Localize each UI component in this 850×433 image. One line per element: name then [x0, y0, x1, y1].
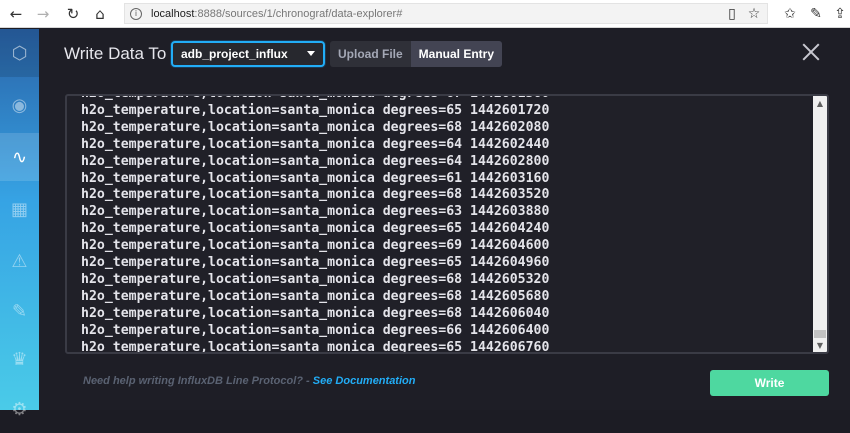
help-text: Need help writing InfluxDB Line Protocol…	[83, 375, 416, 387]
database-dropdown[interactable]: adb_project_influx	[171, 41, 325, 67]
scroll-up-icon[interactable]: ▲	[813, 96, 827, 110]
write-data-overlay: Write Data To adb_project_influx Upload …	[39, 29, 850, 410]
mode-toggle: Upload File Manual Entry	[330, 41, 503, 67]
url-text: localhost:8888/sources/1/chronograf/data…	[151, 7, 403, 20]
line-protocol-row: h2o_temperature,location=santa_monica de…	[81, 102, 550, 118]
eye-icon[interactable]: ◉	[0, 81, 39, 129]
line-protocol-row: h2o_temperature,location=santa_monica de…	[81, 153, 550, 169]
editor-content[interactable]: h2o_temperature,location=santa_monica de…	[81, 96, 811, 354]
line-protocol-row: h2o_temperature,location=santa_monica de…	[81, 238, 550, 254]
info-icon[interactable]: i	[130, 7, 142, 20]
line-protocol-row: h2o_temperature,location=santa_monica de…	[81, 322, 550, 338]
left-nav: ⬡ ◉ ∿ ▦ ⚠ ✎ ♛ ⚙	[0, 29, 39, 420]
editor-scrollbar[interactable]: ▲ ▼	[813, 96, 827, 352]
reading-view-icon[interactable]: ▯	[722, 4, 742, 24]
refresh-icon[interactable]: ↻	[63, 4, 83, 24]
chronograf-logo-icon[interactable]: ⬡	[0, 29, 39, 77]
favorites-hub-icon[interactable]: ✩	[780, 4, 800, 24]
address-bar[interactable]: i localhost:8888/sources/1/chronograf/da…	[124, 3, 768, 24]
line-protocol-row: h2o_temperature,location=santa_monica de…	[81, 271, 550, 287]
dashboard-grid-icon[interactable]: ▦	[0, 185, 39, 233]
line-protocol-row: h2o_temperature,location=santa_monica de…	[81, 119, 550, 135]
close-icon[interactable]	[800, 41, 822, 63]
caret-down-icon	[307, 51, 315, 56]
browser-toolbar: ← → ↻ ⌂ i localhost:8888/sources/1/chron…	[0, 0, 850, 28]
manual-entry-tab[interactable]: Manual Entry	[410, 41, 503, 67]
back-arrow-icon[interactable]: ←	[6, 4, 26, 24]
line-protocol-row: h2o_temperature,location=santa_monica de…	[81, 339, 550, 354]
line-protocol-row: h2o_temperature,location=santa_monica de…	[81, 187, 550, 203]
scroll-down-icon[interactable]: ▼	[813, 338, 827, 352]
line-protocol-row: h2o_temperature,location=santa_monica de…	[81, 288, 550, 304]
pen-icon[interactable]: ✎	[806, 4, 826, 24]
write-button[interactable]: Write	[710, 370, 829, 396]
line-protocol-row: h2o_temperature,location=santa_monica de…	[81, 305, 550, 321]
share-icon[interactable]: ⇪	[830, 4, 850, 24]
see-documentation-link[interactable]: See Documentation	[313, 375, 416, 387]
overlay-title: Write Data To	[64, 44, 167, 63]
line-protocol-row: h2o_temperature,location=santa_monica de…	[81, 221, 550, 237]
line-protocol-row: h2o_temperature,location=santa_monica de…	[81, 204, 550, 220]
home-icon[interactable]: ⌂	[90, 4, 110, 24]
database-dropdown-value: adb_project_influx	[181, 47, 288, 61]
upload-file-tab[interactable]: Upload File	[330, 41, 411, 67]
line-protocol-row: h2o_temperature,location=santa_monica de…	[81, 170, 550, 186]
scrollbar-thumb[interactable]	[814, 330, 826, 338]
line-protocol-row: h2o_temperature,location=santa_monica de…	[81, 255, 550, 271]
line-protocol-row: h2o_temperature,location=santa_monica de…	[81, 136, 550, 152]
wrench-icon[interactable]: ✎	[0, 287, 39, 335]
graph-icon[interactable]: ∿	[0, 133, 39, 181]
crown-icon[interactable]: ♛	[0, 335, 39, 383]
line-protocol-editor[interactable]: h2o_temperature,location=santa_monica de…	[65, 94, 829, 354]
line-protocol-row: h2o_temperature,location=santa_monica de…	[81, 96, 811, 103]
favorite-star-icon[interactable]: ☆	[744, 4, 764, 24]
settings-icon[interactable]: ⚙	[0, 385, 39, 433]
alert-triangle-icon[interactable]: ⚠	[0, 237, 39, 285]
forward-arrow-icon[interactable]: →	[33, 4, 53, 24]
